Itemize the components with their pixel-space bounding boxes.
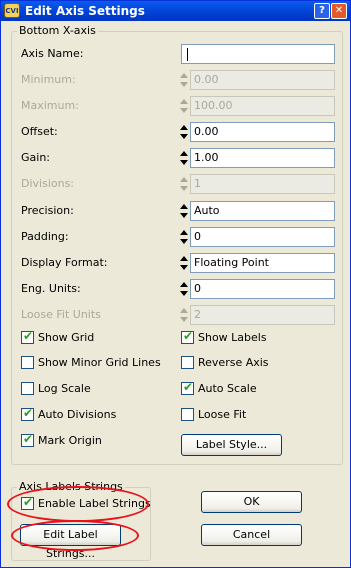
field-label: Loose Fit Units [21, 308, 101, 321]
checkbox[interactable] [181, 408, 194, 421]
field-label: Eng. Units: [21, 282, 81, 295]
checkbox-label[interactable]: Reverse Axis [198, 356, 269, 369]
checkbox[interactable]: ✔ [181, 329, 194, 344]
check-icon: ✔ [23, 432, 34, 446]
axis-name-input[interactable] [181, 44, 335, 64]
spinner-arrows-icon [180, 174, 188, 194]
check-icon: ✔ [183, 329, 194, 343]
field-label: Axis Name: [21, 47, 84, 60]
field-label: Gain: [21, 151, 50, 164]
field-value: 2 [190, 305, 335, 325]
field-label: Display Format: [21, 256, 108, 269]
checkbox-label[interactable]: Show Grid [38, 331, 94, 344]
field-value[interactable]: 0.00 [190, 122, 335, 142]
field-label: Padding: [21, 230, 69, 243]
title-bar[interactable]: CVI Edit Axis Settings ? ✕ [1, 1, 350, 21]
checkbox-label[interactable]: Auto Divisions [38, 408, 116, 421]
spinner-arrows-icon[interactable] [180, 253, 188, 273]
highlight-circle-edit [11, 520, 139, 551]
spinner-arrows-icon[interactable] [180, 201, 188, 221]
field-value: 100.00 [190, 96, 335, 116]
field-label: Precision: [21, 204, 74, 217]
checkbox-label[interactable]: Mark Origin [38, 434, 102, 447]
spinner-arrows-icon[interactable] [180, 279, 188, 299]
checkbox-label[interactable]: Show Minor Grid Lines [38, 356, 161, 369]
dialog-window: CVI Edit Axis Settings ? ✕ Bottom X-axis… [0, 0, 351, 568]
checkbox[interactable]: ✔ [21, 432, 34, 447]
checkbox[interactable] [21, 382, 34, 395]
check-icon: ✔ [183, 380, 194, 394]
spinner-arrows-icon [180, 96, 188, 116]
checkbox[interactable]: ✔ [21, 406, 34, 421]
field-value[interactable]: 1.00 [190, 148, 335, 168]
field-label: Divisions: [21, 177, 75, 190]
checkbox[interactable]: ✔ [181, 380, 194, 395]
spinner-arrows-icon[interactable] [180, 122, 188, 142]
field-label: Minimum: [21, 73, 76, 86]
window-title: Edit Axis Settings [25, 4, 145, 18]
text-cursor [187, 48, 188, 61]
highlight-circle-enable [7, 486, 149, 522]
field-value: 1 [190, 174, 335, 194]
close-button[interactable]: ✕ [331, 3, 347, 19]
checkbox-label[interactable]: Auto Scale [198, 382, 257, 395]
check-icon: ✔ [23, 406, 34, 420]
field-value[interactable]: 0 [190, 279, 335, 299]
field-value[interactable]: 0 [190, 227, 335, 247]
spinner-arrows-icon[interactable] [180, 148, 188, 168]
check-icon: ✔ [23, 329, 34, 343]
app-icon: CVI [4, 3, 20, 18]
checkbox-label[interactable]: Log Scale [38, 382, 91, 395]
checkbox[interactable]: ✔ [21, 329, 34, 344]
field-value: 0.00 [190, 70, 335, 90]
spinner-arrows-icon [180, 305, 188, 325]
spinner-arrows-icon[interactable] [180, 227, 188, 247]
field-value[interactable]: Floating Point [190, 253, 335, 273]
field-value[interactable]: Auto [190, 201, 335, 221]
ok-button[interactable]: OK [201, 491, 302, 513]
cancel-button[interactable]: Cancel [201, 524, 302, 546]
spinner-arrows-icon [180, 70, 188, 90]
label-style-button[interactable]: Label Style... [181, 434, 282, 456]
checkbox-label[interactable]: Show Labels [198, 331, 267, 344]
help-button[interactable]: ? [314, 3, 330, 19]
field-label: Maximum: [21, 99, 79, 112]
checkbox-label[interactable]: Loose Fit [198, 408, 246, 421]
checkbox[interactable] [181, 356, 194, 369]
bottom-x-axis-group-title: Bottom X-axis [17, 24, 98, 37]
checkbox[interactable] [21, 356, 34, 369]
field-label: Offset: [21, 125, 58, 138]
